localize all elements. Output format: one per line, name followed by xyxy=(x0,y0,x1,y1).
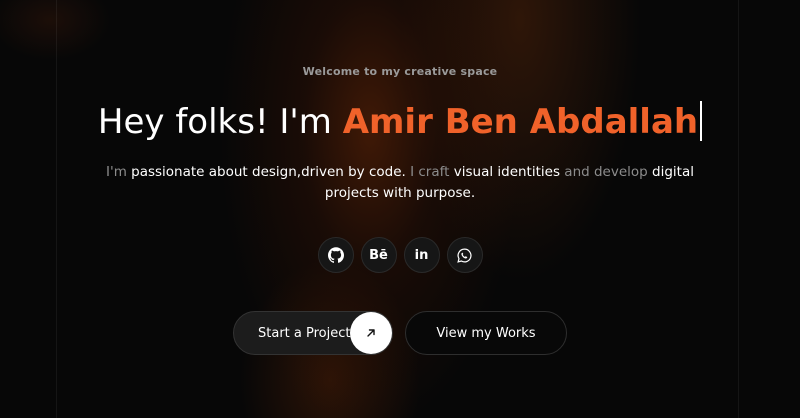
intro-part-3: I craft xyxy=(405,164,454,180)
whatsapp-link[interactable] xyxy=(446,237,483,273)
social-links: Bē in xyxy=(0,237,800,273)
typing-caret xyxy=(700,100,703,141)
left-edge-line xyxy=(56,0,57,418)
start-project-label: Start a Project xyxy=(258,325,351,341)
arrow-up-right-icon xyxy=(350,312,392,354)
linkedin-icon: in xyxy=(414,247,429,263)
hero-section: Welcome to my creative space Hey folks! … xyxy=(0,0,800,418)
headline-name: Amir Ben Abdallah xyxy=(342,102,699,142)
view-works-button[interactable]: View my Works xyxy=(405,311,567,355)
intro-paragraph: I'm passionate about design,driven by co… xyxy=(100,162,700,204)
welcome-text: Welcome to my creative space xyxy=(302,65,498,78)
github-icon xyxy=(327,247,344,263)
behance-link[interactable]: Bē xyxy=(360,237,397,273)
intro-part-1: I'm xyxy=(106,164,132,180)
headline-greeting: Hey folks! I'm xyxy=(97,102,343,142)
right-edge-line xyxy=(738,0,739,418)
github-link[interactable] xyxy=(317,237,354,273)
start-project-button[interactable]: Start a Project xyxy=(233,311,393,355)
hero-headline: Hey folks! I'm Amir Ben Abdallah xyxy=(0,96,800,148)
linkedin-link[interactable]: in xyxy=(403,237,440,273)
behance-icon: Bē xyxy=(369,247,388,263)
intro-part-2: passionate about design,driven by code. xyxy=(131,164,406,180)
whatsapp-icon xyxy=(457,248,472,263)
intro-part-4: visual identities xyxy=(453,164,560,180)
intro-part-5: and develop xyxy=(560,164,653,180)
cta-buttons: Start a Project View my Works xyxy=(0,311,800,355)
